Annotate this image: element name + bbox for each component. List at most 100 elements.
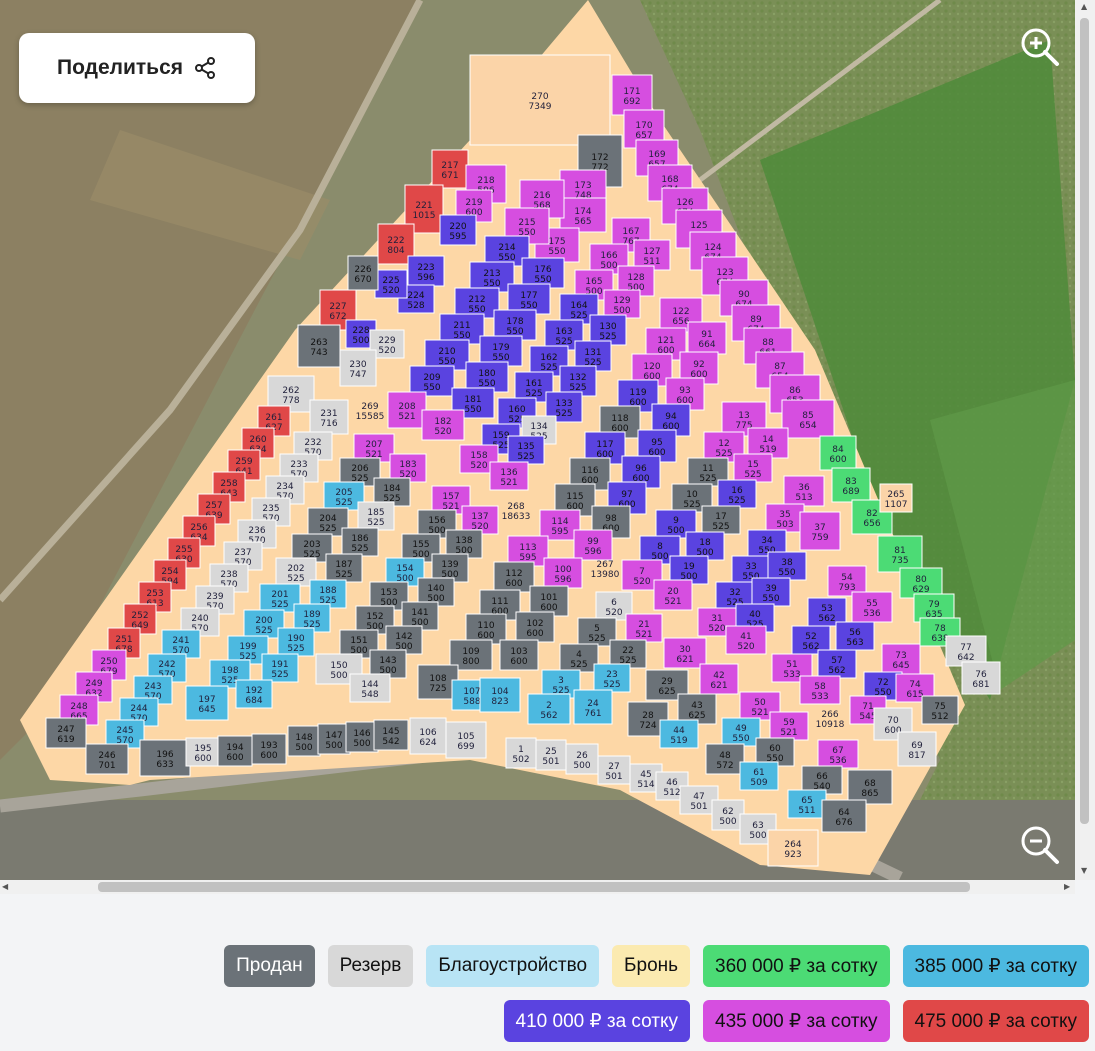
plot-186[interactable]: 186525 [341,527,379,557]
plot-187[interactable]: 187525 [325,553,363,583]
plot-193[interactable]: 193600 [251,733,287,765]
plot-73[interactable]: 73645 [881,643,921,675]
plot-247[interactable]: 247619 [45,717,87,749]
plot-135[interactable]: 135525 [507,435,545,465]
plot-190[interactable]: 190525 [277,627,315,657]
plot-26[interactable]: 26500 [565,743,599,775]
legend-chip[interactable]: Благоустройство [426,945,600,987]
plot-17[interactable]: 17525 [701,505,741,535]
plot-197[interactable]: 197645 [185,685,229,721]
plot-84[interactable]: 84600 [819,435,857,471]
plot-1[interactable]: 1502 [505,737,537,769]
plot-4[interactable]: 4525 [559,643,599,673]
scroll-left-arrow-icon[interactable]: ◀ [2,882,8,891]
plot-25[interactable]: 25501 [535,739,567,771]
share-button[interactable]: Поделиться [19,33,255,103]
plot-147[interactable]: 147500 [317,723,351,755]
plot-103[interactable]: 103600 [499,639,539,671]
vertical-scroll-thumb[interactable] [1080,18,1089,824]
plot-136[interactable]: 136521 [489,461,529,491]
plot-264[interactable]: 264923 [767,829,819,867]
scroll-up-arrow-icon[interactable]: ▲ [1081,2,1087,11]
plot-24[interactable]: 24761 [573,689,613,725]
plot-75[interactable]: 75512 [921,695,959,725]
plot-85[interactable]: 85654 [781,399,835,439]
plot-56[interactable]: 56563 [835,621,875,651]
legend-chip[interactable]: 435 000 ₽ за сотку [703,1000,890,1042]
plot-191[interactable]: 191525 [261,653,299,683]
legend-chip[interactable]: 385 000 ₽ за сотку [902,945,1089,987]
plot-171[interactable]: 171692 [611,74,653,116]
plot-145[interactable]: 145542 [373,719,409,751]
plot-144[interactable]: 144548 [349,673,391,703]
plot-20[interactable]: 20521 [653,579,693,611]
site-plan-map[interactable]: 2707349171692170657169657168674126674125… [0,0,1075,880]
scroll-right-arrow-icon[interactable]: ▶ [1064,882,1070,891]
plot-35[interactable]: 35503 [765,503,805,533]
legend-chip[interactable]: Продан [224,945,315,987]
plot-61[interactable]: 61509 [739,761,779,791]
plot-42[interactable]: 42621 [699,663,739,695]
plot-263[interactable]: 263743 [297,324,341,368]
plot-106[interactable]: 106624 [409,717,447,755]
legend-chip[interactable]: 410 000 ₽ за сотку [503,1000,691,1042]
plot-230[interactable]: 230747 [339,349,377,387]
plot-99[interactable]: 99596 [573,529,613,561]
horizontal-scroll-thumb[interactable] [98,882,970,892]
plot-16[interactable]: 16525 [717,479,757,509]
plot-37[interactable]: 37759 [799,511,841,551]
plot-64[interactable]: 64676 [821,799,867,833]
zoom-in-button[interactable] [1020,27,1060,67]
plot-65[interactable]: 65511 [787,789,827,819]
plot-81[interactable]: 81735 [877,535,923,573]
plot-196[interactable]: 196633 [139,739,191,777]
plot-112[interactable]: 112600 [493,561,535,593]
plot-208[interactable]: 208521 [387,391,427,429]
legend-chip[interactable]: 360 000 ₽ за сотку [703,945,890,987]
plot-100[interactable]: 100596 [543,557,583,589]
plot-146[interactable]: 146500 [345,721,379,753]
plot-182[interactable]: 182520 [421,409,465,441]
plot-38[interactable]: 38550 [767,551,807,581]
plot-220[interactable]: 220595 [439,214,477,246]
plot-246[interactable]: 246701 [85,743,129,775]
plot-265[interactable]: 2651107 [879,483,913,513]
plot-195[interactable]: 195600 [185,737,221,767]
horizontal-scrollbar[interactable]: ◀ ▶ [0,880,1075,894]
plot-36[interactable]: 36513 [783,475,825,507]
plot-27[interactable]: 27501 [597,755,631,785]
plot-129[interactable]: 129500 [603,289,641,319]
plot-39[interactable]: 39550 [751,577,791,607]
legend-chip[interactable]: Бронь [612,945,691,987]
scroll-down-arrow-icon[interactable]: ▼ [1081,866,1087,875]
legend-chip[interactable]: 475 000 ₽ за сотку [902,1000,1089,1042]
plot-23[interactable]: 23525 [593,663,631,693]
plot-102[interactable]: 102600 [515,611,555,643]
legend-chip[interactable]: Резерв [327,945,414,987]
plot-185[interactable]: 185525 [357,501,395,531]
zoom-out-button[interactable] [1020,825,1060,865]
vertical-scrollbar[interactable]: ▲ ▼ [1075,0,1095,880]
plot-104[interactable]: 104823 [479,677,521,713]
plot-217[interactable]: 217671 [431,149,469,189]
plot-62[interactable]: 62500 [711,799,745,831]
plot-58[interactable]: 58533 [799,675,841,705]
plot-194[interactable]: 194600 [217,735,253,767]
plot-91[interactable]: 91664 [687,321,727,355]
plot-69[interactable]: 69817 [897,731,937,767]
plot-21[interactable]: 21521 [625,613,663,643]
plot-15[interactable]: 15525 [733,453,773,483]
plot-148[interactable]: 148500 [287,725,321,757]
plot-105[interactable]: 105699 [445,721,487,759]
plot-41[interactable]: 41520 [725,625,767,655]
plot-44[interactable]: 44519 [659,719,699,749]
plot-68[interactable]: 68865 [847,769,893,805]
plot-270[interactable]: 2707349 [469,54,611,146]
plot-59[interactable]: 59521 [769,711,809,741]
plot-223[interactable]: 223596 [407,255,445,287]
plot-2[interactable]: 2562 [527,693,571,725]
plot-76[interactable]: 76681 [961,661,1001,695]
plot-67[interactable]: 67536 [817,739,859,769]
plot-174[interactable]: 174565 [559,197,607,233]
plot-231[interactable]: 231716 [309,399,349,435]
